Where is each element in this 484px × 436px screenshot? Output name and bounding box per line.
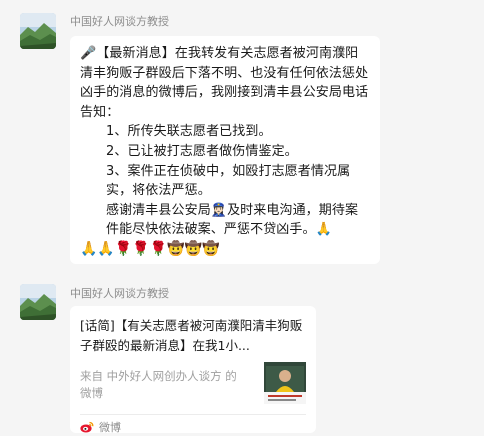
weibo-icon: [80, 421, 94, 433]
message-bubble[interactable]: 🎤【最新消息】在我转发有关志愿者被河南濮阳清丰狗贩子群殴后下落不明、也没有任何依…: [70, 36, 380, 264]
card-title: [话简]【有关志愿者被河南濮阳清丰狗贩子群殴的最新消息】在我1小...: [80, 318, 303, 353]
message-item-1: 1、所传失联志愿者已找到。: [106, 124, 272, 140]
sender-name: 中国好人网谈方教授: [70, 15, 169, 28]
avatar[interactable]: [20, 284, 56, 320]
message-item-3: 3、案件正在侦破中，如殴打志愿者情况属实，将依法严惩。: [106, 163, 351, 199]
message-text-intro: 🎤【最新消息】在我转发有关志愿者被河南濮阳清丰狗贩子群殴后下落不明、也没有任何依…: [80, 46, 369, 120]
card-source: 来自 中外好人网创办人谈方 的微博: [80, 369, 237, 400]
weibo-share-card[interactable]: [话简]【有关志愿者被河南濮阳清丰狗贩子群殴的最新消息】在我1小... 来自 中…: [70, 306, 316, 434]
avatar[interactable]: [20, 13, 56, 49]
card-thumbnail: [264, 362, 306, 404]
mountain-landscape-avatar: [20, 284, 56, 320]
card-divider: [80, 414, 306, 415]
sender-name: 中国好人网谈方教授: [70, 287, 169, 300]
mountain-landscape-avatar: [20, 13, 56, 49]
message-emojis: 🙏🙏🌹🌹🌹🤠🤠🤠: [80, 240, 220, 257]
message-item-2: 2、已让被打志愿者做伤情鉴定。: [106, 143, 298, 159]
message-thanks: 感谢清丰县公安局👮🏻‍♀️及时来电沟通，期待案件能尽快依法破案、严惩不贷凶手。🙏: [106, 202, 359, 238]
